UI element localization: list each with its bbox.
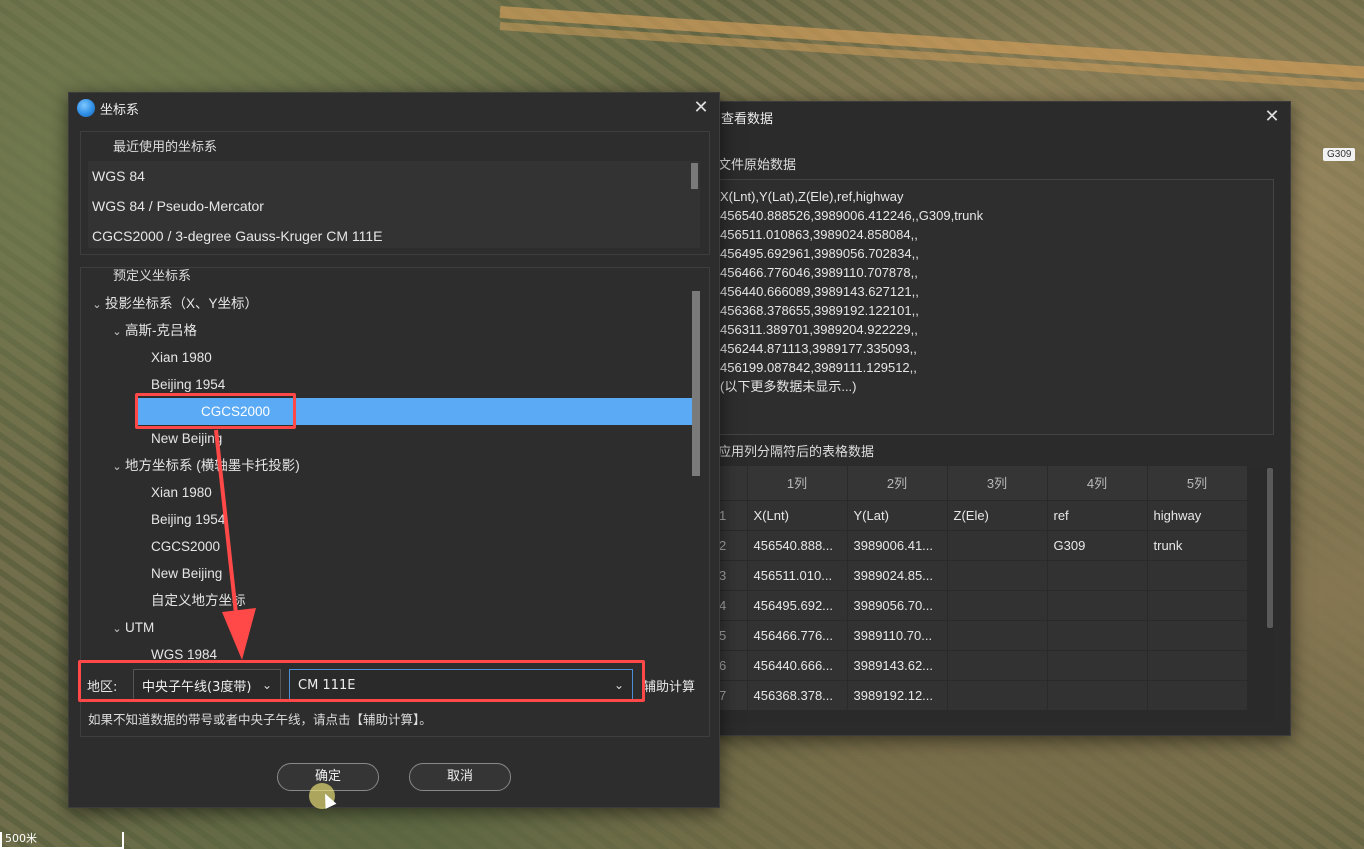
- arrow-shaft: [214, 429, 240, 633]
- arrow-head: [222, 608, 256, 660]
- annotation-arrow: [214, 429, 256, 660]
